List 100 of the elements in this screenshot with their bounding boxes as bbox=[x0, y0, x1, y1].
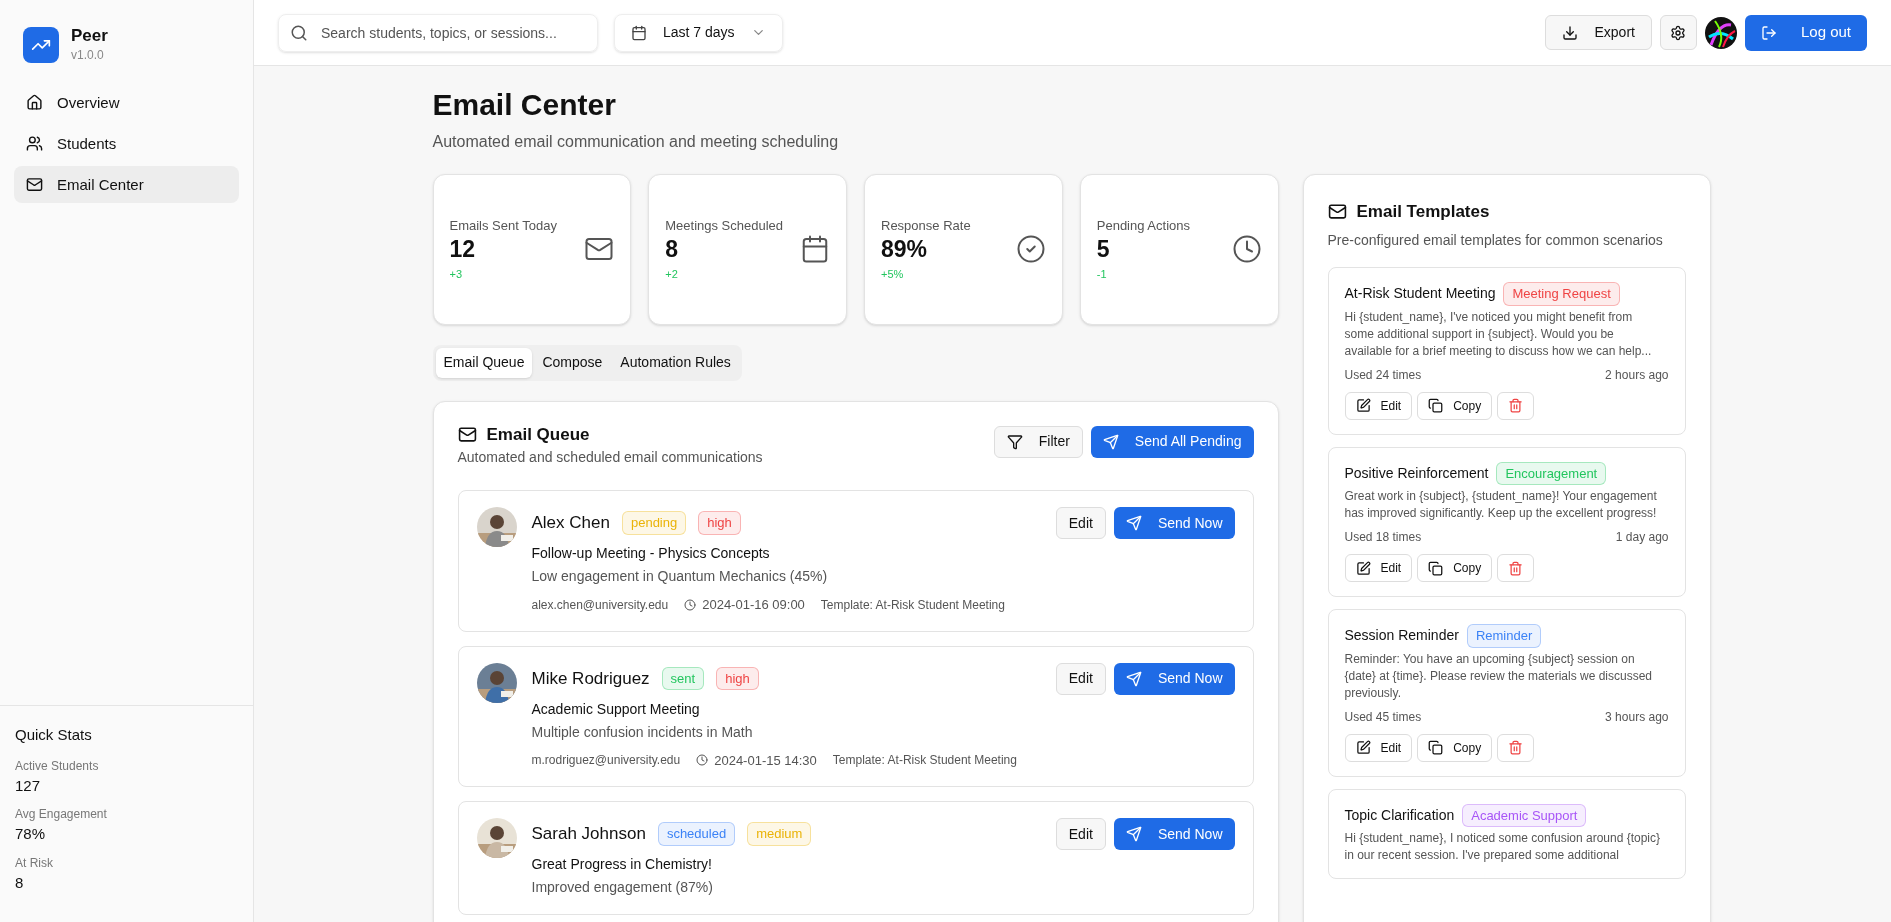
template-title: At-Risk Student Meeting bbox=[1344, 284, 1496, 304]
clock-icon bbox=[1231, 234, 1262, 264]
edit-button[interactable]: Edit bbox=[1344, 554, 1413, 582]
stat-label: Emails Sent Today bbox=[449, 216, 557, 235]
template-title: Positive Reinforcement bbox=[1344, 463, 1489, 483]
stat-value: 127 bbox=[15, 775, 42, 796]
edit-button[interactable]: Edit bbox=[1055, 662, 1106, 695]
settings-icon bbox=[1670, 24, 1687, 41]
filter-icon bbox=[1006, 433, 1023, 450]
delete-button[interactable] bbox=[1497, 391, 1535, 420]
send-now-button[interactable]: Send Now bbox=[1113, 507, 1235, 539]
edit-button[interactable]: Edit bbox=[1055, 507, 1106, 539]
copy-button[interactable]: Copy bbox=[1417, 554, 1493, 582]
status-tag: high bbox=[698, 511, 741, 535]
scheduled-time: 2024-01-15 14:30 bbox=[714, 751, 817, 770]
email-subject: Academic Support Meeting bbox=[531, 699, 701, 719]
last-used: 2 hours ago bbox=[1605, 366, 1669, 384]
mail-icon bbox=[1327, 201, 1347, 221]
calendar-icon bbox=[631, 24, 647, 41]
stat-label: At Risk bbox=[15, 854, 54, 872]
email-address: m.rodriguez@university.edu bbox=[531, 752, 681, 770]
template-body: Great work in {subject}, {student_name}! Your engagement has improved significantly. Keep up the excellent progress! bbox=[1344, 488, 1658, 522]
last-used: 3 hours ago bbox=[1605, 708, 1669, 726]
status-tag: Reminder bbox=[1466, 624, 1542, 648]
stat-change: +2 bbox=[665, 266, 679, 282]
clock-icon bbox=[696, 754, 709, 767]
edit-button[interactable]: Edit bbox=[1055, 818, 1106, 850]
stat-value: 5 bbox=[1096, 235, 1111, 264]
export-button[interactable]: Export bbox=[1545, 15, 1652, 50]
stat-label: Meetings Scheduled bbox=[665, 216, 784, 235]
clock-icon bbox=[684, 598, 697, 611]
student-name: Sarah Johnson bbox=[531, 823, 646, 846]
student-name: Mike Rodriguez bbox=[531, 667, 650, 690]
send-all-button[interactable]: Send All Pending bbox=[1090, 425, 1254, 458]
send-icon bbox=[1125, 826, 1142, 842]
template-body: Reminder: You have an upcoming {subject} session on {date} at {time}. Please review the materials we discussed previously. bbox=[1344, 650, 1653, 702]
email-address: alex.chen@university.edu bbox=[531, 596, 669, 614]
edit-icon bbox=[1355, 560, 1371, 576]
app-name: Peer bbox=[71, 25, 108, 47]
email-reason: Multiple confusion incidents in Math bbox=[531, 722, 754, 742]
template-title: Topic Clarification bbox=[1344, 805, 1455, 825]
send-now-button[interactable]: Send Now bbox=[1113, 662, 1235, 695]
users-icon bbox=[26, 135, 43, 153]
stat-value: 89% bbox=[881, 235, 929, 264]
stat-label: Pending Actions bbox=[1096, 216, 1190, 235]
search-icon bbox=[290, 23, 308, 42]
stat-label: Response Rate bbox=[881, 216, 971, 235]
calendar-icon bbox=[800, 234, 830, 264]
page-subtitle: Automated email communication and meeting scheduling bbox=[432, 131, 840, 152]
edit-button[interactable]: Edit bbox=[1344, 391, 1413, 420]
edit-button[interactable]: Edit bbox=[1344, 733, 1413, 762]
copy-icon bbox=[1428, 398, 1444, 413]
tab[interactable]: Email Queue bbox=[435, 347, 533, 378]
status-tag: Meeting Request bbox=[1503, 282, 1620, 306]
date-range-dropdown[interactable]: Last 7 days bbox=[614, 13, 783, 52]
status-tag: medium bbox=[747, 822, 812, 846]
check-circle-icon bbox=[1015, 234, 1046, 264]
scheduled-time: 2024-01-16 09:00 bbox=[702, 596, 805, 614]
email-subject: Great Progress in Chemistry! bbox=[531, 855, 713, 874]
status-tag: sent bbox=[661, 666, 705, 691]
app-version: v1.0.0 bbox=[71, 47, 105, 65]
stat-value: 78% bbox=[15, 824, 47, 844]
copy-button[interactable]: Copy bbox=[1417, 391, 1493, 420]
send-icon bbox=[1102, 433, 1119, 450]
filter-button[interactable]: Filter bbox=[993, 425, 1083, 458]
logo-icon bbox=[23, 26, 59, 63]
stat-label: Active Students bbox=[15, 757, 100, 775]
tab[interactable]: Automation Rules bbox=[612, 347, 739, 378]
card-title: Email Templates bbox=[1356, 200, 1490, 223]
page-title: Email Center bbox=[432, 87, 617, 123]
trash-icon bbox=[1508, 740, 1524, 755]
usage-count: Used 45 times bbox=[1344, 708, 1422, 726]
search-field[interactable]: Search students, topics, or sessions... bbox=[278, 13, 598, 52]
card-subtitle: Pre-configured email templates for common scenarios bbox=[1327, 231, 1664, 250]
stat-value: 8 bbox=[15, 872, 25, 893]
template-body: Hi {student_name}, I've noticed you might benefit from some additional support in {subject}. Would you be available for a brief meeting to discuss how we can help... bbox=[1344, 308, 1653, 360]
card-subtitle: Automated and scheduled email communications bbox=[457, 448, 763, 467]
status-tag: scheduled bbox=[657, 822, 736, 846]
template-name: Template: At-Risk Student Meeting bbox=[832, 752, 1017, 770]
delete-button[interactable] bbox=[1497, 733, 1535, 762]
stat-change: -1 bbox=[1096, 266, 1108, 282]
copy-icon bbox=[1428, 560, 1444, 576]
delete-button[interactable] bbox=[1497, 554, 1535, 582]
download-icon bbox=[1562, 24, 1579, 41]
send-icon bbox=[1125, 670, 1142, 687]
send-now-button[interactable]: Send Now bbox=[1113, 818, 1235, 850]
tab[interactable]: Compose bbox=[534, 347, 611, 378]
send-icon bbox=[1125, 515, 1142, 531]
nav-item[interactable]: Students bbox=[14, 125, 239, 163]
email-reason: Low engagement in Quantum Mechanics (45%) bbox=[531, 567, 829, 586]
logout-button[interactable]: Log out bbox=[1744, 14, 1867, 51]
quick-stats-title: Quick Stats bbox=[15, 725, 93, 745]
nav-item[interactable]: Overview bbox=[14, 84, 239, 122]
copy-button[interactable]: Copy bbox=[1417, 733, 1493, 762]
settings-button[interactable] bbox=[1659, 15, 1697, 50]
logout-icon bbox=[1760, 24, 1777, 41]
nav-item[interactable]: Email Center bbox=[14, 166, 239, 204]
mail-icon bbox=[457, 424, 477, 444]
edit-icon bbox=[1355, 740, 1371, 755]
email-reason: Improved engagement (87%) bbox=[531, 878, 714, 897]
